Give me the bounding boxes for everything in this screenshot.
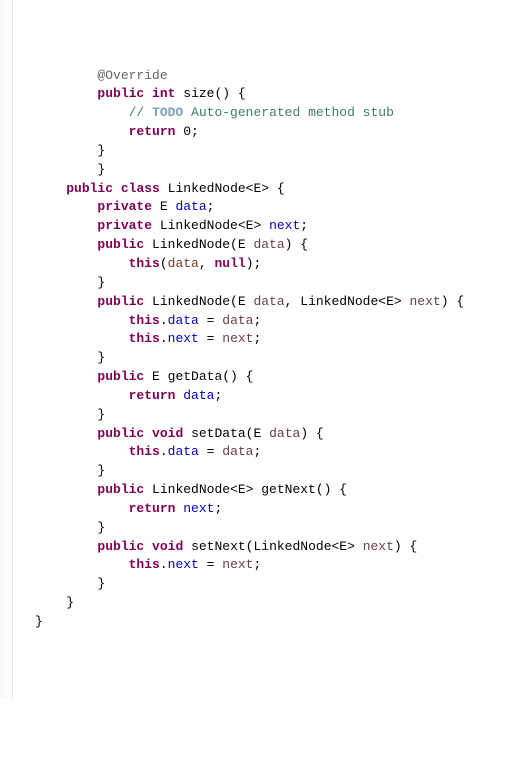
code-line: @Override	[35, 67, 503, 86]
code-line: public LinkedNode(E data, LinkedNode<E> …	[35, 293, 503, 312]
code-line: }	[35, 613, 503, 632]
code-line: }	[35, 274, 503, 293]
code-line: }	[35, 462, 503, 481]
code-line: return next;	[35, 500, 503, 519]
code-line: }	[35, 349, 503, 368]
editor-gutter	[0, 0, 13, 698]
code-line: public class LinkedNode<E> {	[35, 180, 503, 199]
code-line: public void setNext(LinkedNode<E> next) …	[35, 538, 503, 557]
code-line: }	[35, 142, 503, 161]
code-line: public LinkedNode(E data) {	[35, 236, 503, 255]
code-line: this(data, null);	[35, 255, 503, 274]
code-line: }	[35, 406, 503, 425]
code-line: public int size() {	[35, 85, 503, 104]
code-line: }	[35, 575, 503, 594]
code-line: this.next = next;	[35, 330, 503, 349]
code-line: }	[35, 519, 503, 538]
code-line: }	[35, 594, 503, 613]
code-line: return 0;	[35, 123, 503, 142]
code-editor-content[interactable]: @Override public int size() { // TODO Au…	[35, 67, 503, 632]
code-line: this.data = data;	[35, 443, 503, 462]
code-line: private E data;	[35, 198, 503, 217]
code-line: }	[35, 161, 503, 180]
code-line: return data;	[35, 387, 503, 406]
code-line: this.next = next;	[35, 556, 503, 575]
code-line: private LinkedNode<E> next;	[35, 217, 503, 236]
code-line: this.data = data;	[35, 312, 503, 331]
code-line: public void setData(E data) {	[35, 425, 503, 444]
code-line: // TODO Auto-generated method stub	[35, 104, 503, 123]
code-line: public E getData() {	[35, 368, 503, 387]
code-line: public LinkedNode<E> getNext() {	[35, 481, 503, 500]
